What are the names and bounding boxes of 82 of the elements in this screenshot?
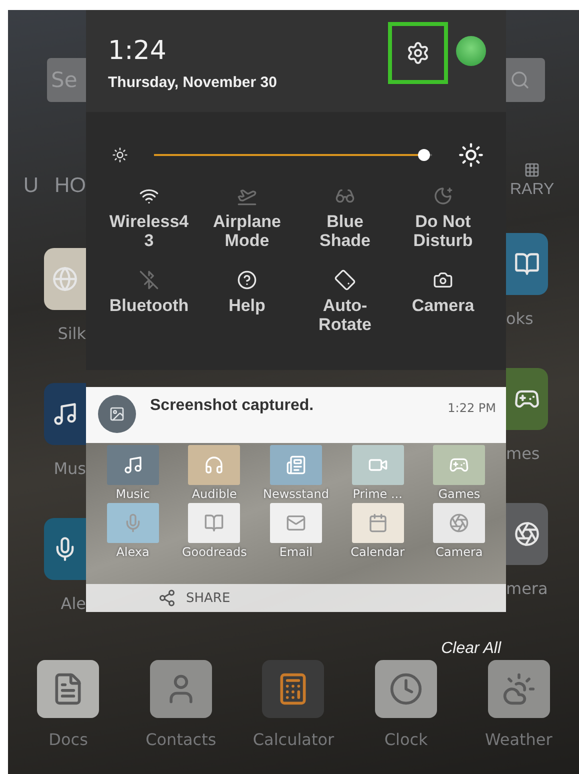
- app-label: Contacts: [146, 730, 216, 749]
- quick-setting-tile[interactable]: Bluetooth: [100, 270, 198, 334]
- tile-label: Bluetooth: [109, 296, 189, 315]
- mail-icon: [286, 513, 306, 533]
- sun-icon: [112, 147, 128, 163]
- tile-label: Blue Shade: [319, 212, 371, 250]
- app-label: Ale: [60, 594, 86, 613]
- app-label: mes: [506, 444, 540, 463]
- app-label: Alexa: [116, 545, 150, 559]
- app-label: oks: [506, 309, 534, 328]
- tile-label: Auto- Rotate: [318, 296, 372, 334]
- app-label: Silk: [58, 324, 86, 343]
- quick-setting-tile[interactable]: Do Not Disturb: [394, 186, 492, 250]
- app-label: Email: [279, 545, 313, 559]
- share-button[interactable]: SHARE: [86, 584, 506, 612]
- search-icon: [510, 70, 530, 90]
- app-label: Music: [116, 487, 150, 501]
- app-label: Clock: [384, 730, 428, 749]
- tile-label: Airplane Mode: [212, 212, 282, 250]
- newspaper-icon: [286, 455, 306, 475]
- settings-button[interactable]: [388, 22, 448, 84]
- image-icon: [98, 395, 136, 433]
- app-label: Goodreads: [182, 545, 247, 559]
- quick-setting-tile[interactable]: Airplane Mode: [198, 186, 296, 250]
- share-icon: [158, 589, 176, 607]
- quick-setting-tile[interactable]: Wireless4 3: [100, 186, 198, 250]
- app-icon[interactable]: [150, 660, 212, 718]
- quick-setting-tile[interactable]: Camera: [394, 270, 492, 334]
- music-icon: [122, 455, 143, 475]
- app-label: Weather: [484, 730, 552, 749]
- sun-icon: [458, 142, 484, 168]
- headphones-icon: [204, 455, 224, 475]
- book-icon: [514, 251, 540, 277]
- tile-label: Help: [228, 296, 266, 315]
- app-icon[interactable]: [44, 383, 86, 445]
- app-icon[interactable]: [44, 518, 86, 580]
- app-label: Audible: [192, 487, 237, 501]
- quick-setting-tile[interactable]: Help: [198, 270, 296, 334]
- app-label: Newsstand: [263, 487, 329, 501]
- app-label: Docs: [48, 730, 88, 749]
- clock-time: 1:24: [108, 36, 168, 66]
- music-icon: [52, 401, 78, 427]
- home-tab[interactable]: U: [23, 174, 38, 198]
- cloud-sun-icon: [502, 672, 536, 706]
- settings-icon: [406, 41, 430, 65]
- notification-title: Screenshot captured.: [150, 397, 315, 415]
- aperture-icon: [449, 513, 470, 533]
- globe-icon: [52, 266, 78, 292]
- app-label: Calendar: [350, 545, 405, 559]
- library-tab[interactable]: RARY: [510, 181, 554, 199]
- app-label: Camera: [436, 545, 483, 559]
- app-icon[interactable]: [506, 368, 548, 430]
- book-icon: [204, 513, 224, 533]
- tile-label: Camera: [412, 296, 474, 315]
- app-icon[interactable]: [37, 660, 100, 718]
- app-icon[interactable]: [506, 233, 548, 295]
- clock-icon: [389, 672, 424, 706]
- quick-setting-tile[interactable]: Blue Shade: [296, 186, 394, 250]
- app-icon[interactable]: [375, 660, 438, 718]
- date-text: Thursday, November 30: [108, 74, 277, 90]
- app-label: Mus: [54, 459, 86, 478]
- home-tab[interactable]: HO: [54, 174, 86, 198]
- grid-icon: [524, 162, 540, 178]
- app-label: Prime ...: [352, 487, 402, 501]
- clear-all-button[interactable]: Clear All: [441, 640, 501, 658]
- avatar[interactable]: [456, 36, 486, 66]
- notification-card[interactable]: Screenshot captured. 1:22 PM Music Audible Newsstand Prime ... Games Alexa Goodreads Email Calendar Camera SHARE: [86, 387, 506, 612]
- app-icon[interactable]: [262, 660, 324, 718]
- calendar-icon: [368, 513, 388, 533]
- notification-time: 1:22 PM: [448, 401, 496, 415]
- app-icon[interactable]: [506, 503, 548, 565]
- app-label: mera: [506, 579, 548, 598]
- aperture-icon: [514, 521, 540, 547]
- app-label: Calculator: [252, 730, 334, 749]
- app-icon[interactable]: [488, 660, 550, 718]
- tile-label: Wireless4 3: [109, 212, 189, 250]
- slider-thumb[interactable]: [418, 149, 430, 161]
- app-label: Games: [438, 487, 480, 501]
- search-field[interactable]: [506, 58, 545, 102]
- share-label: SHARE: [186, 590, 230, 606]
- tile-label: Do Not Disturb: [413, 212, 473, 250]
- quick-setting-tile[interactable]: Auto- Rotate: [296, 270, 394, 334]
